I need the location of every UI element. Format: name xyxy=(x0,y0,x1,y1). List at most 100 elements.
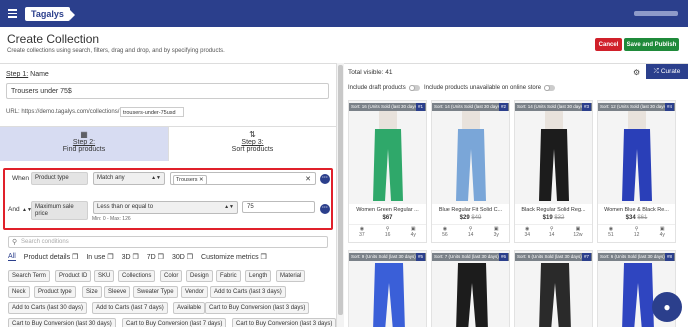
sort-banner: Sort: 16 (Units Sold (last 30 days)) xyxy=(349,103,426,111)
product-card[interactable]: Sort: 12 (Units Sold (last 30 days)) #4 Wo… xyxy=(597,100,676,243)
condition-field-max-sale-price[interactable]: Maximum sale price xyxy=(31,201,88,220)
metric-pill[interactable]: Search Term xyxy=(8,270,50,282)
page-header: Create Collection Create collections usi… xyxy=(0,27,688,63)
cart-stat: ⚲ 12 xyxy=(634,226,640,238)
views-value: 34 xyxy=(524,232,530,238)
condition-operator-select[interactable]: Match any ▲▼ xyxy=(93,172,165,185)
product-card[interactable]: Sort: 7 (Units Sold (last 30 days)) #6 xyxy=(431,250,510,327)
age-stat: ▣ 4y xyxy=(660,226,665,238)
condition-more-icon[interactable]: ··· xyxy=(320,174,330,184)
metric-pill[interactable]: Size xyxy=(82,286,102,298)
product-name: Women Green Regular ... xyxy=(356,207,419,213)
sort-banner: Sort: 14 (Units Sold (last 30 days)) xyxy=(432,103,509,111)
metric-pill[interactable]: Add to Carts (last 30 days) xyxy=(8,302,88,314)
metric-pill[interactable]: Material xyxy=(276,270,306,282)
product-price: $29 $49 xyxy=(432,215,509,221)
account-menu[interactable] xyxy=(634,11,678,16)
condition2-more-icon[interactable]: ··· xyxy=(320,204,330,214)
metric-pill[interactable]: Available xyxy=(173,302,206,314)
condition-values-input[interactable]: Trousers ✕ ✕ xyxy=(170,172,316,185)
sort-banner: Sort: 6 (Units Sold (last 30 days)) xyxy=(515,253,592,261)
gear-icon[interactable]: ⚙ xyxy=(633,68,640,77)
cart-stat: ⚲ 16 xyxy=(385,226,391,238)
tab-product-details[interactable]: Product details ❒ xyxy=(24,253,79,261)
search-icon: ⚲ xyxy=(12,239,18,246)
page-subtitle: Create collections using search, filters… xyxy=(7,48,225,54)
operator-value: Match any xyxy=(97,175,125,181)
views-value: 37 xyxy=(359,232,365,238)
product-stats: ◉ 56 ⚲ 14 ▣ 3y xyxy=(432,224,509,238)
draft-toggle[interactable] xyxy=(408,85,420,91)
url-slug-input[interactable]: trousers-under-75usd xyxy=(120,107,184,117)
metric-pill[interactable]: Vendor xyxy=(181,286,209,298)
age-stat: ▣ 12w xyxy=(573,226,582,238)
chat-icon[interactable]: ● xyxy=(652,292,682,322)
condition-field-product-type[interactable]: Product type xyxy=(31,172,88,185)
price-value: $29 xyxy=(459,215,470,221)
tab-3d[interactable]: 3D ❒ xyxy=(122,253,139,261)
condition2-operator-select[interactable]: Less than or equal to ▲▼ xyxy=(93,201,238,214)
tab-find-title: Step 2: xyxy=(72,139,96,146)
save-and-publish-button[interactable]: Save and Publish xyxy=(624,38,679,51)
metric-pill[interactable]: Sweater Type xyxy=(133,286,178,298)
tab-all[interactable]: All xyxy=(8,253,16,261)
age-stat: ▣ 4y xyxy=(411,226,416,238)
tab-sort-products[interactable]: ⇅ Step 3: Sort products xyxy=(168,127,336,161)
metric-pill[interactable]: Length xyxy=(245,270,272,282)
field-line2: price xyxy=(35,211,49,217)
field-line1: Maximum sale xyxy=(35,204,74,210)
curate-button[interactable]: ⤮ Curate xyxy=(646,64,688,79)
metric-pill[interactable]: Product type xyxy=(34,286,76,298)
metric-pill[interactable]: SKU xyxy=(94,270,115,282)
price-was: $49 xyxy=(471,215,482,221)
metric-pill[interactable]: Cart to Buy Conversion (last 3 days) xyxy=(205,302,310,314)
tab-find-products[interactable]: ▦ Step 2: Find products xyxy=(0,127,168,161)
metric-pill[interactable]: Cart to Buy Conversion (last 3 days) xyxy=(232,318,336,327)
metric-pill[interactable]: Cart to Buy Conversion (last 7 days) xyxy=(122,318,227,327)
clear-icon[interactable]: ✕ xyxy=(305,175,311,183)
left-scrollbar[interactable] xyxy=(337,63,344,327)
metric-pill[interactable]: Collections xyxy=(118,270,156,282)
metric-pill[interactable]: Product ID xyxy=(55,270,92,282)
tab-30d[interactable]: 30D ❒ xyxy=(172,253,193,261)
product-card[interactable]: Sort: 14 (Units Sold (last 30 days)) #3 Bl… xyxy=(514,100,593,243)
product-card[interactable]: Sort: 14 (Units Sold (last 30 days)) #2 Bl… xyxy=(431,100,510,243)
product-card[interactable]: Sort: 16 (Units Sold (last 30 days)) #1 Wo… xyxy=(348,100,427,243)
sort-banner: Sort: 12 (Units Sold (last 30 days)) xyxy=(598,103,675,111)
metric-pill[interactable]: Cart to Buy Conversion (last 30 days) xyxy=(8,318,116,327)
search-conditions-input[interactable]: ⚲ Search conditions xyxy=(8,236,328,248)
metric-pill[interactable]: Color xyxy=(160,270,183,282)
metric-pill[interactable]: Design xyxy=(186,270,213,282)
product-card[interactable]: Sort: 6 (Units Sold (last 30 days)) #7 xyxy=(514,250,593,327)
metric-pill[interactable]: Neck xyxy=(8,286,30,298)
tab-7d[interactable]: 7D ❒ xyxy=(147,253,164,261)
caret-icon: ▲▼ xyxy=(224,204,234,210)
product-card[interactable]: Sort: 9 (Units Sold (last 30 days)) #5 xyxy=(348,250,427,327)
metric-pill[interactable]: Add to Carts (last 7 days) xyxy=(92,302,168,314)
cart-value: 16 xyxy=(384,232,391,238)
metric-pill[interactable]: Add to Carts (last 3 days) xyxy=(210,286,286,298)
condition-value-input[interactable]: 75 xyxy=(242,201,315,213)
product-stats: ◉ 34 ⚲ 14 ▣ 12w xyxy=(515,224,592,238)
metric-tabs: All Product details ❒ In use ❒ 3D ❒ 7D ❒… xyxy=(8,253,267,261)
collection-name-input[interactable]: Trousers under 75$ xyxy=(6,83,329,99)
draft-label: Include draft products xyxy=(348,85,406,91)
views-stat: ◉ 37 xyxy=(359,226,365,238)
caret-icon: ▲▼ xyxy=(151,175,161,181)
total-visible-count: Total visible: 41 xyxy=(348,69,393,76)
remove-tag-icon[interactable]: ✕ xyxy=(199,177,204,183)
step-tabs: ▦ Step 2: Find products ⇅ Step 3: Sort p… xyxy=(0,126,336,161)
metric-pill[interactable]: Fabric xyxy=(216,270,241,282)
tab-in-use[interactable]: In use ❒ xyxy=(86,253,113,261)
brand-logo[interactable]: Tagalys xyxy=(25,6,75,21)
position-badge: #4 xyxy=(664,103,674,111)
value-tag[interactable]: Trousers ✕ xyxy=(173,175,207,185)
position-badge: #6 xyxy=(498,253,508,261)
tab-customize-metrics[interactable]: Customize metrics ❒ xyxy=(201,253,267,261)
product-stats: ◉ 37 ⚲ 16 ▣ 4y xyxy=(349,224,426,238)
unavailable-toggle[interactable] xyxy=(544,85,556,91)
cart-stat: ⚲ 14 xyxy=(468,226,474,238)
cancel-button[interactable]: Cancel xyxy=(595,38,622,51)
menu-icon[interactable] xyxy=(8,9,17,18)
metric-pill[interactable]: Sleeve xyxy=(104,286,131,298)
